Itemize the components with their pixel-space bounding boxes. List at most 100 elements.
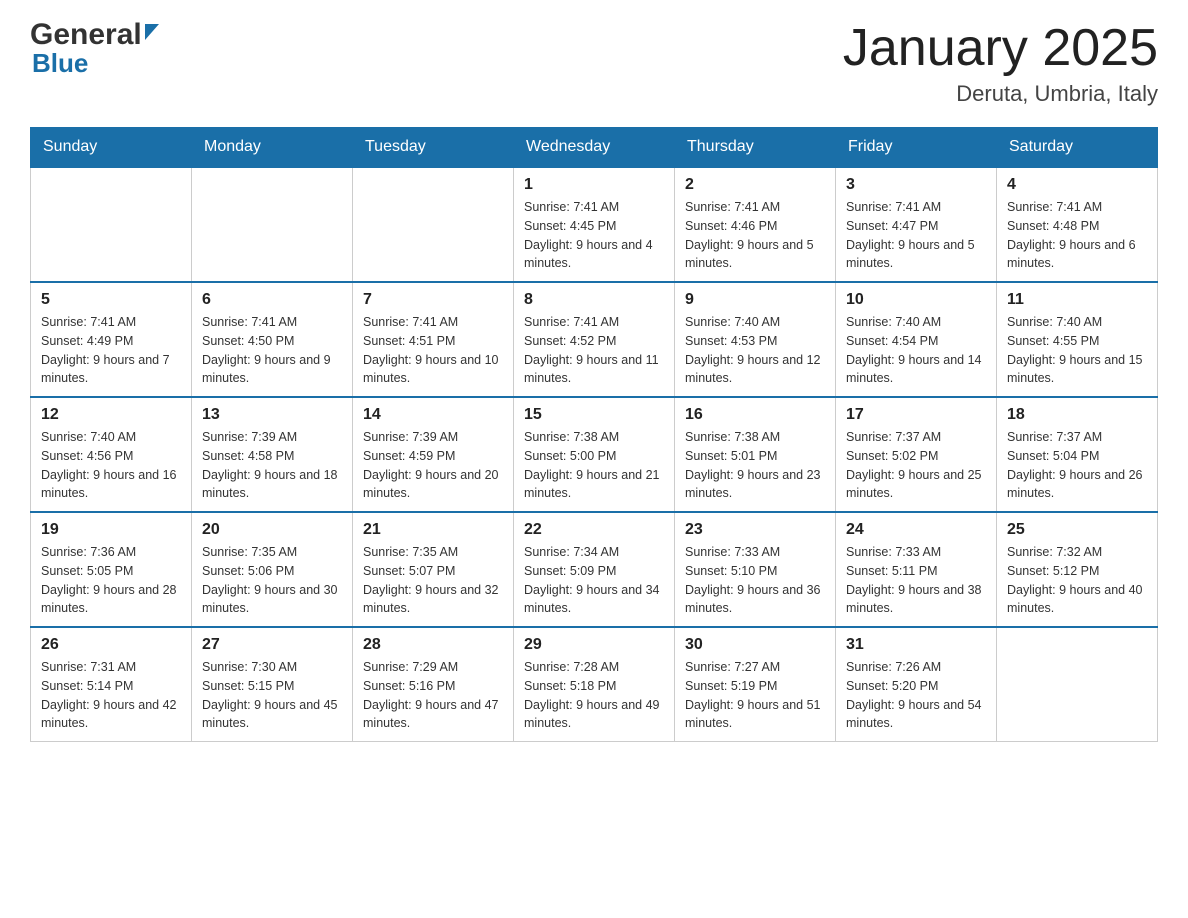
calendar-cell: 30 Sunrise: 7:27 AM Sunset: 5:19 PM Dayli… [675,627,836,742]
day-number: 12 [41,406,181,424]
calendar-cell: 7 Sunrise: 7:41 AM Sunset: 4:51 PM Daylig… [353,282,514,397]
weekday-header-row: SundayMondayTuesdayWednesdayThursdayFrid… [31,128,1158,168]
calendar-cell: 27 Sunrise: 7:30 AM Sunset: 5:15 PM Dayli… [192,627,353,742]
day-number: 4 [1007,176,1147,194]
weekday-header-wednesday: Wednesday [514,128,675,168]
day-number: 21 [363,521,503,539]
weekday-header-friday: Friday [836,128,997,168]
calendar-cell: 12 Sunrise: 7:40 AM Sunset: 4:56 PM Dayli… [31,397,192,512]
calendar-cell: 16 Sunrise: 7:38 AM Sunset: 5:01 PM Dayli… [675,397,836,512]
day-info: Sunrise: 7:41 AM Sunset: 4:51 PM Dayligh… [363,313,503,388]
day-number: 26 [41,636,181,654]
day-number: 25 [1007,521,1147,539]
day-number: 15 [524,406,664,424]
day-number: 19 [41,521,181,539]
logo: General Blue [30,20,159,79]
day-info: Sunrise: 7:30 AM Sunset: 5:15 PM Dayligh… [202,658,342,733]
calendar-week-row-4: 19 Sunrise: 7:36 AM Sunset: 5:05 PM Dayli… [31,512,1158,627]
day-number: 17 [846,406,986,424]
day-number: 29 [524,636,664,654]
day-number: 7 [363,291,503,309]
day-info: Sunrise: 7:39 AM Sunset: 4:59 PM Dayligh… [363,428,503,503]
day-info: Sunrise: 7:32 AM Sunset: 5:12 PM Dayligh… [1007,543,1147,618]
day-info: Sunrise: 7:39 AM Sunset: 4:58 PM Dayligh… [202,428,342,503]
day-info: Sunrise: 7:40 AM Sunset: 4:56 PM Dayligh… [41,428,181,503]
day-info: Sunrise: 7:41 AM Sunset: 4:52 PM Dayligh… [524,313,664,388]
day-info: Sunrise: 7:40 AM Sunset: 4:53 PM Dayligh… [685,313,825,388]
day-number: 27 [202,636,342,654]
day-info: Sunrise: 7:41 AM Sunset: 4:48 PM Dayligh… [1007,198,1147,273]
calendar-cell: 31Sunrise: 7:26 AM Sunset: 5:20 PM Dayli… [836,627,997,742]
title-area: January 2025 Deruta, Umbria, Italy [843,20,1158,107]
calendar-cell: 11Sunrise: 7:40 AM Sunset: 4:55 PM Dayli… [997,282,1158,397]
calendar-cell: 17 Sunrise: 7:37 AM Sunset: 5:02 PM Dayli… [836,397,997,512]
day-info: Sunrise: 7:33 AM Sunset: 5:10 PM Dayligh… [685,543,825,618]
calendar-week-row-2: 5Sunrise: 7:41 AM Sunset: 4:49 PM Daylig… [31,282,1158,397]
day-number: 24 [846,521,986,539]
calendar-cell: 2Sunrise: 7:41 AM Sunset: 4:46 PM Daylig… [675,167,836,282]
calendar-cell [353,167,514,282]
logo-triangle-icon [145,24,159,40]
calendar-week-row-3: 12 Sunrise: 7:40 AM Sunset: 4:56 PM Dayli… [31,397,1158,512]
calendar-cell: 13 Sunrise: 7:39 AM Sunset: 4:58 PM Dayli… [192,397,353,512]
calendar-cell: 26Sunrise: 7:31 AM Sunset: 5:14 PM Dayli… [31,627,192,742]
calendar-cell: 14 Sunrise: 7:39 AM Sunset: 4:59 PM Dayli… [353,397,514,512]
day-info: Sunrise: 7:37 AM Sunset: 5:04 PM Dayligh… [1007,428,1147,503]
day-number: 30 [685,636,825,654]
day-info: Sunrise: 7:41 AM Sunset: 4:49 PM Dayligh… [41,313,181,388]
calendar-cell: 15 Sunrise: 7:38 AM Sunset: 5:00 PM Dayli… [514,397,675,512]
calendar-table: SundayMondayTuesdayWednesdayThursdayFrid… [30,127,1158,742]
calendar-cell: 18 Sunrise: 7:37 AM Sunset: 5:04 PM Dayli… [997,397,1158,512]
day-info: Sunrise: 7:38 AM Sunset: 5:01 PM Dayligh… [685,428,825,503]
calendar-cell: 20 Sunrise: 7:35 AM Sunset: 5:06 PM Dayli… [192,512,353,627]
calendar-cell: 9 Sunrise: 7:40 AM Sunset: 4:53 PM Daylig… [675,282,836,397]
calendar-cell: 3 Sunrise: 7:41 AM Sunset: 4:47 PM Daylig… [836,167,997,282]
calendar-cell: 10Sunrise: 7:40 AM Sunset: 4:54 PM Dayli… [836,282,997,397]
day-number: 13 [202,406,342,424]
day-number: 18 [1007,406,1147,424]
day-number: 28 [363,636,503,654]
day-number: 6 [202,291,342,309]
calendar-cell: 24Sunrise: 7:33 AM Sunset: 5:11 PM Dayli… [836,512,997,627]
day-info: Sunrise: 7:36 AM Sunset: 5:05 PM Dayligh… [41,543,181,618]
location-subtitle: Deruta, Umbria, Italy [843,81,1158,107]
day-info: Sunrise: 7:40 AM Sunset: 4:54 PM Dayligh… [846,313,986,388]
calendar-cell: 4 Sunrise: 7:41 AM Sunset: 4:48 PM Daylig… [997,167,1158,282]
day-info: Sunrise: 7:34 AM Sunset: 5:09 PM Dayligh… [524,543,664,618]
day-number: 16 [685,406,825,424]
day-info: Sunrise: 7:35 AM Sunset: 5:06 PM Dayligh… [202,543,342,618]
page-header: General Blue January 2025 Deruta, Umbria… [30,20,1158,107]
day-info: Sunrise: 7:27 AM Sunset: 5:19 PM Dayligh… [685,658,825,733]
weekday-header-saturday: Saturday [997,128,1158,168]
day-info: Sunrise: 7:26 AM Sunset: 5:20 PM Dayligh… [846,658,986,733]
day-info: Sunrise: 7:28 AM Sunset: 5:18 PM Dayligh… [524,658,664,733]
calendar-cell: 28 Sunrise: 7:29 AM Sunset: 5:16 PM Dayli… [353,627,514,742]
calendar-cell: 22Sunrise: 7:34 AM Sunset: 5:09 PM Dayli… [514,512,675,627]
day-number: 1 [524,176,664,194]
calendar-cell: 1Sunrise: 7:41 AM Sunset: 4:45 PM Daylig… [514,167,675,282]
day-info: Sunrise: 7:38 AM Sunset: 5:00 PM Dayligh… [524,428,664,503]
day-info: Sunrise: 7:37 AM Sunset: 5:02 PM Dayligh… [846,428,986,503]
logo-blue-text: Blue [32,48,159,79]
calendar-cell: 23 Sunrise: 7:33 AM Sunset: 5:10 PM Dayli… [675,512,836,627]
day-info: Sunrise: 7:41 AM Sunset: 4:47 PM Dayligh… [846,198,986,273]
day-number: 14 [363,406,503,424]
weekday-header-monday: Monday [192,128,353,168]
day-number: 2 [685,176,825,194]
calendar-cell: 6 Sunrise: 7:41 AM Sunset: 4:50 PM Daylig… [192,282,353,397]
day-number: 3 [846,176,986,194]
day-number: 9 [685,291,825,309]
day-info: Sunrise: 7:29 AM Sunset: 5:16 PM Dayligh… [363,658,503,733]
calendar-cell [31,167,192,282]
calendar-cell [997,627,1158,742]
day-number: 23 [685,521,825,539]
calendar-cell: 29 Sunrise: 7:28 AM Sunset: 5:18 PM Dayli… [514,627,675,742]
calendar-cell: 5Sunrise: 7:41 AM Sunset: 4:49 PM Daylig… [31,282,192,397]
day-number: 11 [1007,291,1147,309]
weekday-header-sunday: Sunday [31,128,192,168]
day-info: Sunrise: 7:41 AM Sunset: 4:50 PM Dayligh… [202,313,342,388]
day-number: 20 [202,521,342,539]
calendar-cell: 19 Sunrise: 7:36 AM Sunset: 5:05 PM Dayli… [31,512,192,627]
calendar-cell [192,167,353,282]
calendar-week-row-1: 1Sunrise: 7:41 AM Sunset: 4:45 PM Daylig… [31,167,1158,282]
